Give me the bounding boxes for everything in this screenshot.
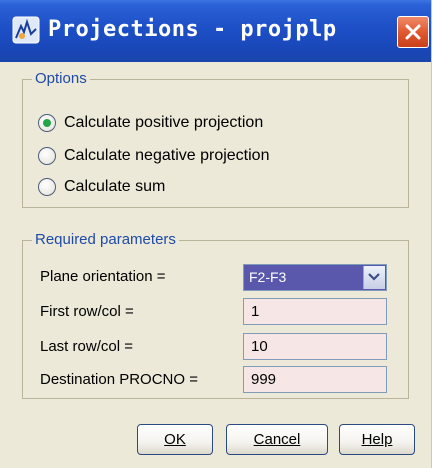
options-legend: Options — [32, 70, 90, 88]
chevron-down-icon — [368, 273, 380, 281]
first-row-col-field[interactable]: 1 — [243, 298, 387, 325]
first-row-col-label: First row/col = — [40, 303, 134, 320]
radio-label: Calculate positive projection — [64, 114, 264, 131]
plane-orientation-select[interactable]: F2-F3 — [243, 264, 387, 291]
radio-calculate-sum[interactable]: Calculate sum — [38, 174, 165, 200]
radio-label: Calculate sum — [64, 178, 166, 195]
required-parameters-legend: Required parameters — [32, 231, 179, 249]
help-button[interactable]: Help — [339, 424, 415, 455]
radio-label: Calculate negative projection — [64, 147, 270, 164]
radio-positive-projection[interactable]: Calculate positive projection — [38, 110, 263, 136]
dropdown-button[interactable] — [363, 266, 385, 289]
projections-dialog: Projections - projplp Options Calculate … — [0, 0, 432, 468]
title-bar[interactable]: Projections - projplp — [0, 0, 431, 62]
radio-button[interactable] — [38, 147, 56, 165]
window-title: Projections - projplp — [48, 17, 337, 42]
radio-button[interactable] — [38, 178, 56, 196]
radio-button-checked[interactable] — [38, 114, 56, 132]
radio-negative-projection[interactable]: Calculate negative projection — [38, 143, 269, 169]
destination-procno-field[interactable]: 999 — [243, 366, 387, 393]
plane-orientation-label: Plane orientation = — [40, 268, 166, 285]
close-icon — [405, 24, 421, 40]
app-icon — [12, 16, 40, 44]
last-row-col-field[interactable]: 10 — [243, 333, 387, 360]
destination-procno-label: Destination PROCNO = — [40, 371, 198, 388]
ok-button[interactable]: OK — [137, 424, 213, 455]
cancel-button[interactable]: Cancel — [226, 424, 328, 455]
close-button[interactable] — [397, 16, 429, 48]
plane-orientation-value: F2-F3 — [249, 269, 287, 285]
last-row-col-label: Last row/col = — [40, 338, 133, 355]
